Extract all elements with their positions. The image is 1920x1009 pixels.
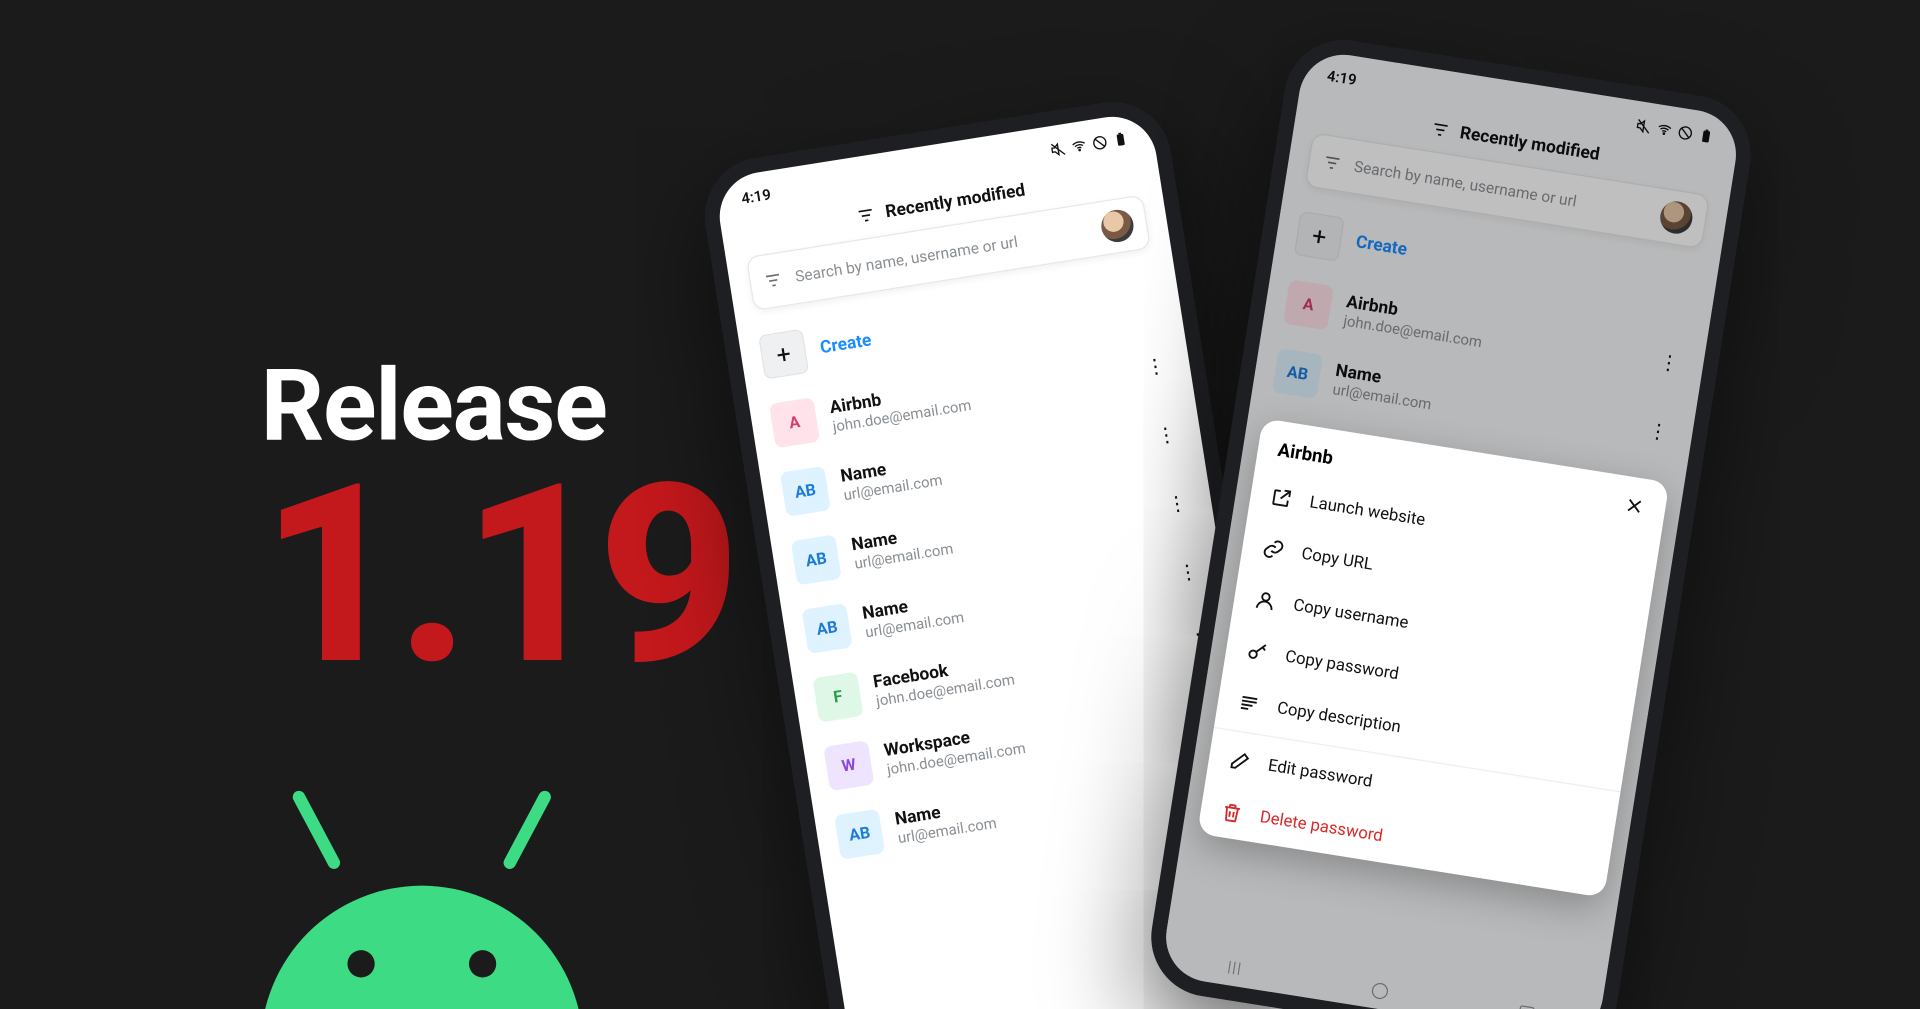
trash-icon (1219, 799, 1245, 825)
item-badge: AB (780, 465, 831, 516)
action-label: Copy password (1284, 646, 1400, 684)
action-label: Launch website (1308, 492, 1426, 530)
item-badge: W (823, 740, 874, 791)
item-badge: AB (791, 534, 842, 585)
close-icon[interactable] (1622, 493, 1648, 519)
profile-avatar[interactable] (1099, 207, 1136, 244)
item-badge: F (812, 671, 863, 722)
action-label: Delete password (1258, 807, 1384, 846)
action-label: Copy description (1276, 698, 1403, 737)
link-icon (1261, 536, 1287, 562)
more-icon[interactable]: ⋮ (1160, 488, 1193, 516)
back-square-icon[interactable] (1518, 1005, 1535, 1009)
filter-lines-icon (762, 269, 785, 292)
android-logo-icon (248, 798, 595, 1009)
key-icon (1244, 639, 1270, 665)
battery-icon (1111, 129, 1129, 147)
status-time: 4:19 (740, 185, 772, 207)
sheet-title: Airbnb (1276, 438, 1334, 469)
plus-icon: + (758, 328, 809, 379)
more-icon[interactable]: ⋮ (1171, 557, 1204, 585)
item-badge: AB (802, 602, 853, 653)
mockup-phone-actionsheet: 4:19 Recently modified Search by name, u… (1143, 31, 1760, 1009)
item-badge: A (769, 397, 820, 448)
recents-icon[interactable] (1226, 957, 1243, 976)
mute-icon (1049, 139, 1067, 157)
home-circle-icon[interactable] (1371, 981, 1389, 999)
more-icon[interactable]: ⋮ (1138, 351, 1171, 379)
release-version: 1.19 (261, 451, 734, 699)
promo-stage: Release 1.19 4:19 Recently modified (0, 0, 1920, 1009)
do-not-disturb-icon (1091, 132, 1109, 150)
wifi-icon (1070, 136, 1088, 154)
release-headline: Release 1.19 (261, 347, 734, 699)
action-label: Edit password (1267, 755, 1374, 791)
action-sheet: Airbnb Launch website Copy URL Copy user… (1197, 418, 1669, 898)
action-label: Copy username (1292, 595, 1410, 633)
item-badge: AB (834, 808, 885, 859)
edit-icon (1227, 748, 1253, 774)
filter-icon (855, 204, 878, 227)
external-link-icon (1269, 484, 1295, 510)
action-label: Copy URL (1300, 543, 1374, 574)
user-icon (1253, 587, 1279, 613)
status-icons (1049, 129, 1130, 157)
more-icon[interactable]: ⋮ (1149, 420, 1182, 448)
text-lines-icon (1236, 690, 1262, 716)
